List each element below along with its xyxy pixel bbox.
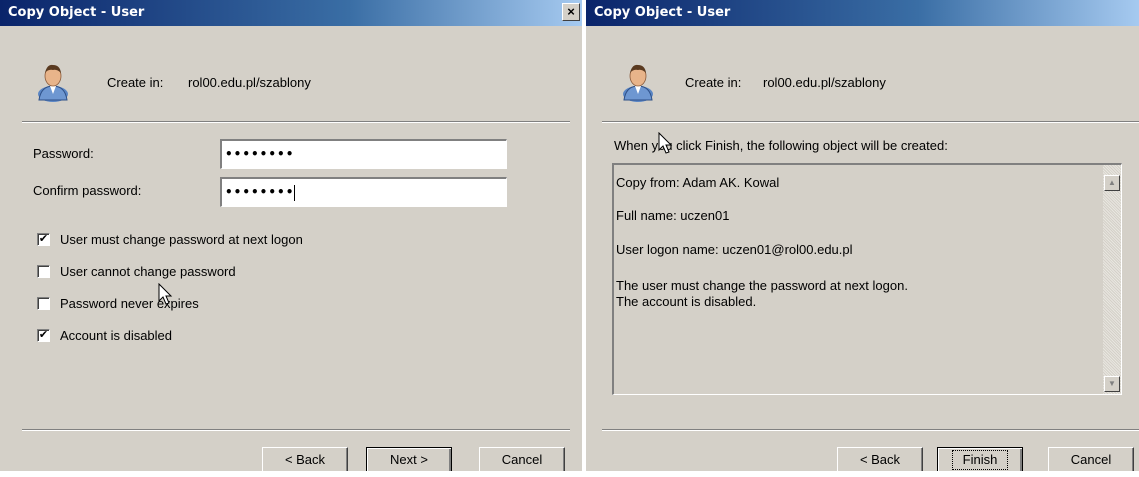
close-icon[interactable]: ×	[562, 3, 580, 21]
summary-line-copy-from: Copy from: Adam AK. Kowal	[616, 175, 780, 190]
checkbox-label: Account is disabled	[60, 328, 173, 343]
title-bar[interactable]: Copy Object - User ×	[0, 0, 582, 26]
create-in-label: Create in:	[107, 75, 164, 90]
summary-line-full-name: Full name: uczen01	[616, 208, 730, 223]
confirm-password-label: Confirm password:	[33, 183, 142, 198]
create-in-label: Create in:	[685, 75, 742, 90]
create-in-path: rol00.edu.pl/szablony	[763, 75, 886, 90]
confirm-password-input[interactable]: ••••••••	[220, 177, 507, 207]
title-bar[interactable]: Copy Object - User	[586, 0, 1139, 26]
summary-scrollbar[interactable]: ▲ ▼	[1103, 165, 1121, 394]
mouse-cursor-icon	[158, 283, 174, 307]
password-input[interactable]: ••••••••	[220, 139, 507, 169]
separator	[22, 429, 570, 431]
checkbox[interactable]	[37, 297, 50, 310]
separator	[602, 121, 1139, 123]
summary-line-change-password: The user must change the password at nex…	[616, 278, 908, 293]
user-icon	[35, 62, 71, 102]
finish-button-label: Finish	[951, 450, 1009, 470]
password-label: Password:	[33, 146, 94, 161]
cancel-button[interactable]: Cancel	[1048, 447, 1134, 471]
cancel-button[interactable]: Cancel	[479, 447, 565, 471]
create-in-path: rol00.edu.pl/szablony	[188, 75, 311, 90]
text-caret	[294, 184, 296, 201]
checkbox[interactable]	[37, 265, 50, 278]
summary-line-account-disabled: The account is disabled.	[616, 294, 757, 309]
back-button[interactable]: < Back	[837, 447, 923, 471]
dialog-title: Copy Object - User	[8, 5, 145, 20]
checkbox-label: User must change password at next logon	[60, 232, 303, 247]
scroll-down-icon[interactable]: ▼	[1104, 376, 1120, 392]
checkbox[interactable]: ✔	[37, 329, 50, 342]
checkbox-label: Password never expires	[60, 296, 199, 311]
dialog-title: Copy Object - User	[594, 5, 731, 20]
checkbox-label: User cannot change password	[60, 264, 236, 279]
finish-button[interactable]: Finish	[937, 447, 1023, 471]
separator	[602, 429, 1139, 431]
separator	[22, 121, 570, 123]
next-button[interactable]: Next >	[366, 447, 452, 471]
user-icon	[620, 62, 656, 102]
summary-line-logon-name: User logon name: uczen01@rol00.edu.pl	[616, 242, 853, 257]
back-button[interactable]: < Back	[262, 447, 348, 471]
copy-object-dialog-password: Copy Object - User × Create in: rol00.ed…	[0, 0, 582, 471]
scroll-up-icon[interactable]: ▲	[1104, 175, 1120, 191]
mouse-cursor-icon	[658, 132, 674, 156]
summary-textarea[interactable]: Copy from: Adam AK. Kowal Full name: ucz…	[612, 163, 1122, 395]
checkbox[interactable]: ✔	[37, 233, 50, 246]
copy-object-dialog-summary: Copy Object - User Create in: rol00.edu.…	[586, 0, 1139, 471]
